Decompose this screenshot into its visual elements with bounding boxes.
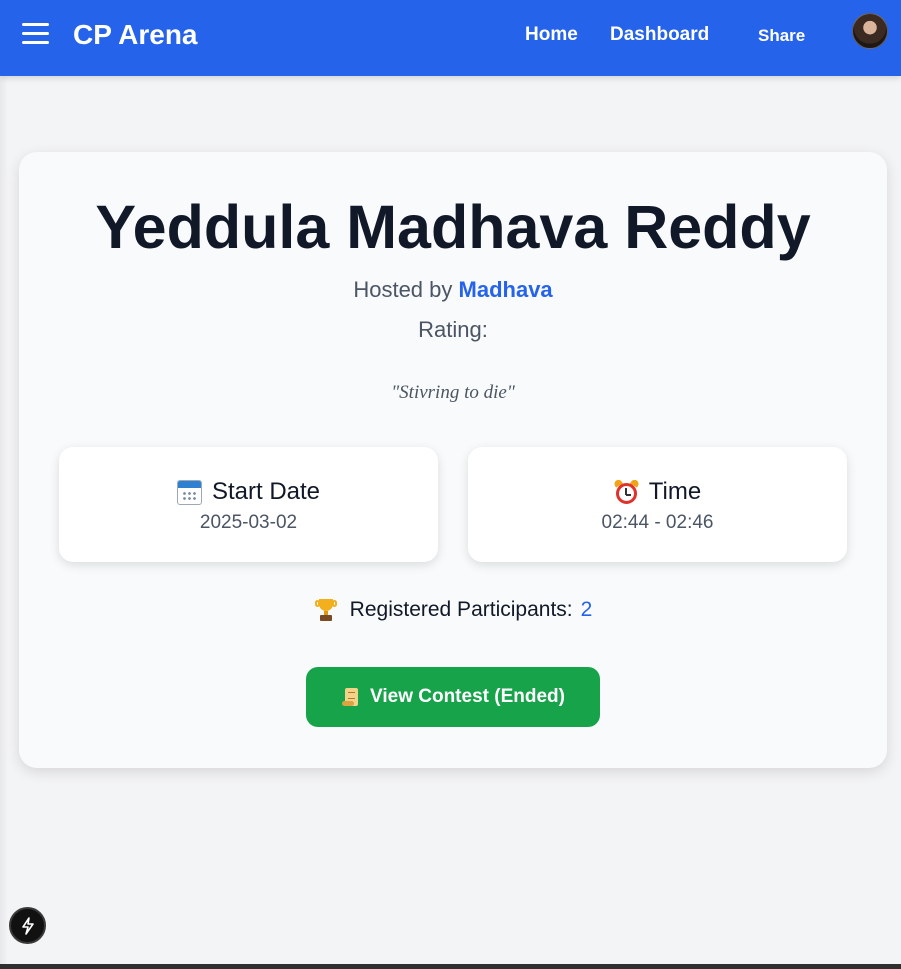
calendar-icon (176, 479, 202, 505)
time-box: Time 02:44 - 02:46 (468, 447, 847, 562)
dev-tools-badge[interactable] (9, 907, 46, 944)
time-value: 02:44 - 02:46 (601, 512, 714, 533)
start-date-label: Start Date (211, 478, 321, 505)
left-edge-shadow (0, 76, 8, 969)
time-heading: Time (468, 477, 847, 506)
contest-card: Yeddula Madhava Reddy Hosted by Madhava … (19, 152, 887, 768)
start-date-heading: Start Date (59, 478, 438, 506)
bottom-edge-strip (0, 964, 901, 969)
nav-share-link[interactable]: Share (758, 25, 805, 47)
start-date-box: Start Date 2025-03-02 (59, 447, 438, 562)
contest-title: Yeddula Madhava Reddy (95, 193, 811, 261)
registered-participants: Registered Participants: 2 (19, 597, 887, 623)
hosted-by-label: Hosted by (353, 277, 453, 302)
lightning-icon (21, 916, 34, 935)
start-date-value: 2025-03-02 (199, 512, 298, 533)
view-contest-label: View Contest (Ended) (370, 686, 565, 707)
view-contest-button[interactable]: View Contest (Ended) (306, 667, 600, 727)
hosted-by-line: Hosted by Madhava (19, 277, 887, 303)
user-avatar[interactable] (852, 13, 888, 49)
scroll-icon (341, 687, 361, 707)
host-name-link[interactable]: Madhava (459, 277, 553, 302)
participants-label: Registered Participants: (349, 598, 573, 621)
participants-count: 2 (580, 598, 593, 621)
top-navbar: CP Arena Home Dashboard Share (0, 0, 901, 76)
nav-home-link[interactable]: Home (525, 24, 578, 46)
contest-quote: "Stivring to die" (391, 382, 515, 403)
alarm-clock-icon (612, 477, 640, 505)
rating-label: Rating: (418, 317, 488, 342)
trophy-icon (314, 598, 338, 622)
time-label: Time (648, 478, 702, 505)
nav-dashboard-link[interactable]: Dashboard (610, 24, 709, 46)
brand-logo-text[interactable]: CP Arena (73, 18, 198, 52)
hamburger-menu-icon[interactable] (22, 23, 49, 45)
